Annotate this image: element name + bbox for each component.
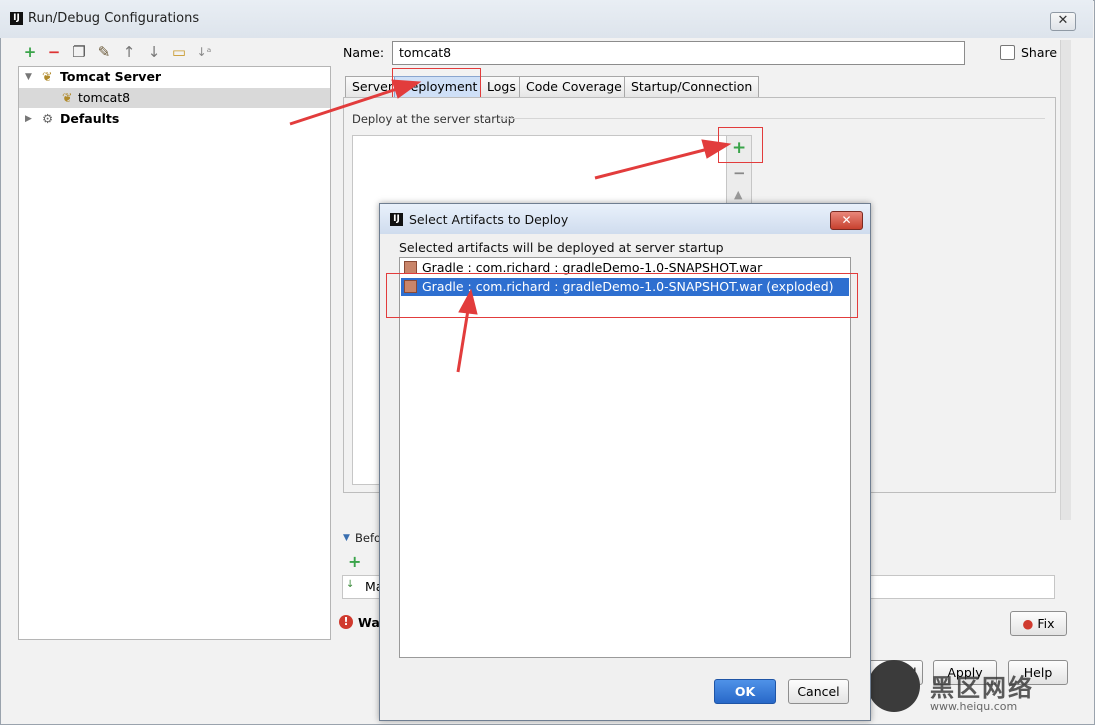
annotation-arrowhead-tab — [391, 79, 422, 99]
annotation-arrows — [289, 79, 732, 373]
annotation-arrowhead-artifact — [458, 288, 478, 315]
annotation-arrow-tab — [289, 86, 401, 126]
annotation-arrow-artifact — [456, 309, 470, 373]
annotation-arrow-add — [594, 146, 713, 180]
annotation-arrowhead-add — [701, 139, 732, 159]
